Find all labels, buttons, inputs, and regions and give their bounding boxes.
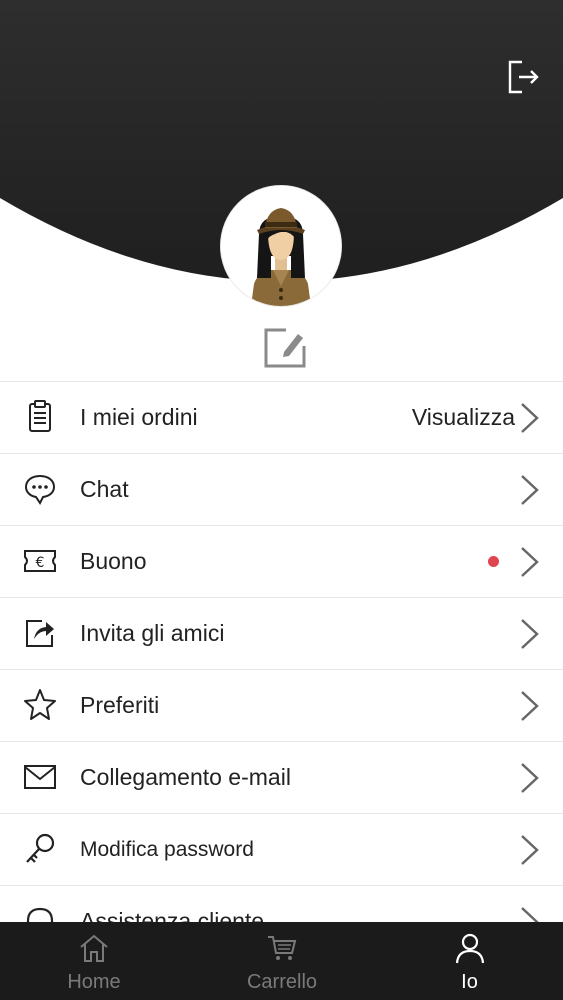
edit-icon [264,328,306,368]
menu-item-label: Modifica password [80,837,254,861]
chevron-right-icon [521,403,539,433]
menu-item-label: Buono [80,548,147,574]
avatar[interactable] [221,186,341,306]
voucher-euro-icon: € [24,550,56,572]
menu-item-label: Assistenza cliente [80,908,265,922]
menu-item-favorites[interactable]: Preferiti [0,669,563,741]
notification-dot [488,556,499,567]
edit-profile-button[interactable] [262,326,308,370]
chat-bubble-icon [24,474,56,505]
share-icon [26,620,54,647]
chevron-right-icon [521,619,539,649]
user-icon [455,933,484,964]
avatar-woman-hat-icon [221,186,341,306]
chevron-right-icon [521,475,539,505]
menu-item-invite-friends[interactable]: Invita gli amici [0,597,563,669]
tab-cart[interactable]: Carrello [188,922,376,1000]
menu-item-label: I miei ordini [80,404,198,430]
chevron-right-icon [521,547,539,577]
clipboard-icon [29,400,51,432]
tab-profile[interactable]: Io [376,922,563,1000]
orders-view-link[interactable]: Visualizza [412,404,515,431]
menu-item-customer-support[interactable]: Assistenza cliente [0,885,563,922]
bottom-tab-bar: Home Carrello Io [0,922,563,1000]
chevron-right-icon [521,691,539,721]
menu-item-email-link[interactable]: Collegamento e-mail [0,741,563,813]
menu-item-label: Preferiti [80,692,160,718]
tab-label: Home [67,971,121,993]
key-icon [26,833,55,863]
envelope-icon [24,765,56,789]
tab-home[interactable]: Home [0,922,188,1000]
logout-button[interactable] [506,58,542,96]
tab-label: Carrello [246,971,318,993]
home-icon [80,934,108,962]
menu-item-orders[interactable]: I miei ordini Visualizza [0,381,563,453]
tab-label: Io [461,971,478,993]
chevron-right-icon [521,907,539,922]
chevron-right-icon [521,763,539,793]
star-icon [24,689,56,720]
menu-item-label: Invita gli amici [80,620,225,646]
logout-icon [508,60,539,94]
chevron-right-icon [521,835,539,865]
menu-item-label: Chat [80,476,129,502]
headset-icon [26,907,54,922]
menu-item-change-password[interactable]: Modifica password [0,813,563,885]
menu-item-voucher[interactable]: € Buono [0,525,563,597]
menu-item-label: Collegamento e-mail [80,764,291,790]
cart-icon [268,936,297,960]
menu-item-chat[interactable]: Chat [0,453,563,525]
svg-text:€: € [36,555,45,571]
account-menu: I miei ordini Visualizza Chat € Buono In… [0,381,563,922]
